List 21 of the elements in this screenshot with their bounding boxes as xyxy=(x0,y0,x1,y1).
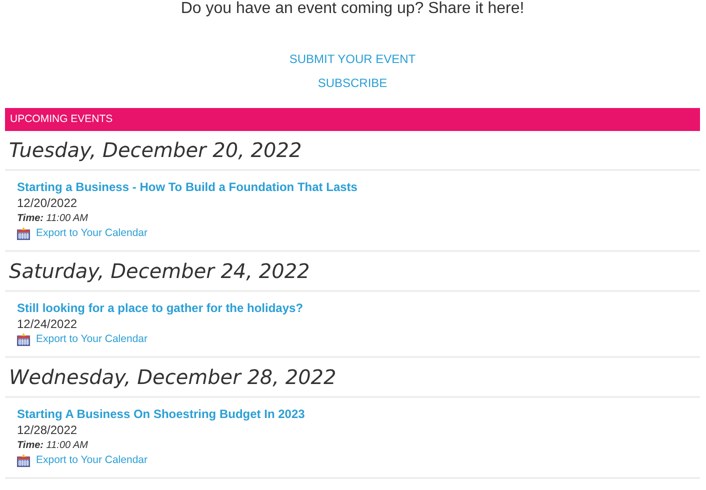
event-time: Time: 11:00 AM xyxy=(17,439,89,453)
event-title-link[interactable]: Still looking for a place to gather for the holidays? xyxy=(17,300,688,316)
export-calendar-link[interactable]: Export to Your Calendar xyxy=(36,226,148,241)
day-heading: Tuesday, December 20, 2022 xyxy=(5,131,700,171)
day-heading: Saturday, December 24, 2022 xyxy=(5,252,700,292)
section-header: UPCOMING EVENTS xyxy=(5,108,700,131)
export-calendar-link[interactable]: Export to Your Calendar xyxy=(36,332,148,347)
export-calendar-link[interactable]: Export to Your Calendar xyxy=(36,453,148,468)
event-date: 12/20/2022 xyxy=(17,195,78,211)
calendar-icon xyxy=(17,333,30,346)
intro-text: Do you have an event coming up? Share it here! xyxy=(180,0,526,18)
nav-link[interactable]: SUBMIT YOUR EVENT xyxy=(289,51,416,67)
event-title-link[interactable]: Starting A Business On Shoestring Budget In 2023 xyxy=(17,406,688,422)
event-date: 12/24/2022 xyxy=(17,316,78,332)
calendar-icon xyxy=(17,227,30,240)
event-time: Time: 11:00 AM xyxy=(17,212,89,226)
day-heading: Wednesday, December 28, 2022 xyxy=(5,358,700,398)
nav-link[interactable]: SUBSCRIBE xyxy=(318,75,388,91)
calendar-icon xyxy=(17,454,30,467)
event-title-link[interactable]: Starting a Business - How To Build a Foundation That Lasts xyxy=(17,179,688,195)
event-date: 12/28/2022 xyxy=(17,422,78,438)
